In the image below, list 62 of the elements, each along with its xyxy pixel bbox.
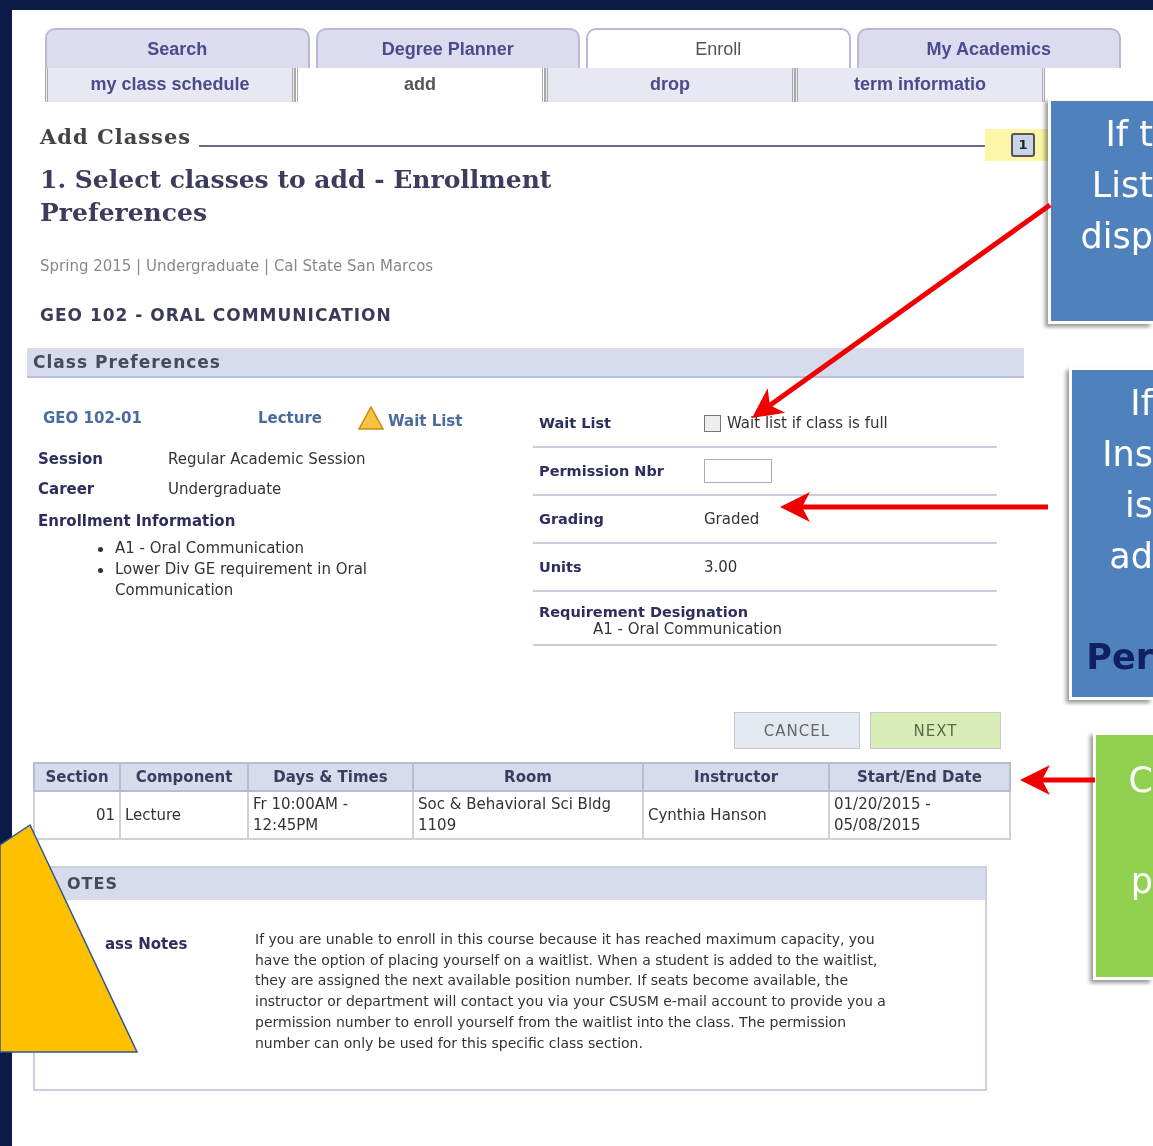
table-cell: Soc & Behavioral Sci Bldg 1109	[413, 791, 643, 839]
column-header: Days & Times	[248, 763, 413, 791]
field-value: Undergraduate	[168, 480, 282, 498]
callout-text: is	[1124, 484, 1153, 527]
field-label: Wait List	[539, 415, 612, 431]
column-header: Instructor	[643, 763, 829, 791]
callout-text: Ins	[1101, 433, 1153, 476]
table-cell: Fr 10:00AM - 12:45PM	[248, 791, 413, 839]
callout-text: If t	[1104, 113, 1153, 156]
tab[interactable]: My Academics	[856, 28, 1121, 68]
tab[interactable]: Enroll	[586, 28, 851, 68]
component-label: Lecture	[258, 409, 324, 427]
field-label: Permission Nbr	[539, 463, 665, 479]
list-item: Lower Div GE requirement in Oral Communication	[115, 559, 369, 601]
class-section: GEO 102-01	[38, 409, 258, 427]
table-cell: Cynthia Hanson	[643, 791, 829, 839]
status-label: Wait List	[388, 412, 463, 430]
subtab[interactable]: drop	[545, 68, 795, 102]
field-label: Career	[38, 480, 96, 498]
table-cell: Lecture	[120, 791, 248, 839]
section-heading: 1. Select classes to add - Enrollment Preferences	[40, 164, 553, 229]
callout-text: ad	[1108, 535, 1153, 578]
step-indicator: 1	[1011, 133, 1035, 157]
list-item: A1 - Oral Communication	[115, 538, 305, 559]
callout-text: p	[1129, 860, 1153, 903]
field-label: Session	[38, 450, 104, 468]
bullet-icon	[98, 568, 103, 573]
field-label: Units	[539, 559, 583, 575]
field-value: Graded	[704, 510, 760, 528]
subtab[interactable]: term informatio	[795, 68, 1045, 102]
checkbox[interactable]	[704, 414, 721, 432]
callout-text: If	[1129, 382, 1153, 425]
next-button[interactable]: NEXT	[870, 712, 1001, 749]
callout-text: C	[1127, 759, 1153, 802]
checkbox-label: Wait list if class is full	[727, 414, 888, 432]
warning-icon	[358, 406, 384, 430]
tab[interactable]: Search	[45, 28, 310, 68]
column-header: Section	[34, 763, 120, 791]
table-cell: 01/20/2015 - 05/08/2015	[829, 791, 1010, 839]
callout-text: disp	[1079, 215, 1153, 258]
term-info: Spring 2015 | Undergraduate | Cal State San Marcos	[40, 257, 435, 275]
input-field[interactable]	[704, 459, 772, 483]
field-label: Grading	[539, 511, 605, 527]
subtab[interactable]: add	[295, 68, 545, 102]
field-label: ass Notes	[105, 935, 189, 955]
bullet-icon	[98, 547, 103, 552]
column-header: Component	[120, 763, 248, 791]
field-value: A1 - Oral Communication	[593, 620, 783, 638]
field-label: Requirement Designation	[539, 604, 749, 620]
field-label: Enrollment Information	[38, 512, 237, 530]
column-header: Room	[413, 763, 643, 791]
callout-text: List	[1090, 164, 1153, 207]
field-value: Regular Academic Session	[168, 450, 366, 468]
course-title: GEO 102 - ORAL COMMUNICATION	[40, 305, 393, 325]
page-title: Add Classes	[38, 124, 192, 149]
callout-text: Per	[1085, 636, 1153, 679]
notes-text: If you are unable to enroll in this course because it has reached maximum capacity, you have the option of placing yourself on a waitlist. When a student is added to the waitlist, they are assigned the next available position number. If seats become available, the instructor or department will contact you via your CSUSM e-mail account to provide you a permission number to enroll yourself from the waitlist into the class. The permission number can only be used for this specific class section.	[255, 930, 887, 1053]
cancel-button[interactable]: CANCEL	[734, 712, 860, 749]
tab[interactable]: Degree Planner	[315, 28, 580, 68]
field-value: 3.00	[704, 558, 738, 576]
column-header: Start/End Date	[829, 763, 1010, 791]
section-header: Class Preferences	[27, 348, 1024, 378]
